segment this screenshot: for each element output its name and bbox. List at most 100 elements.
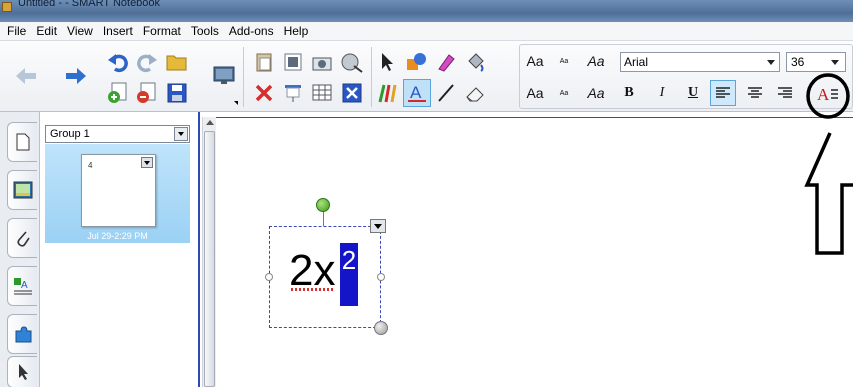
paste-button[interactable]: [250, 48, 278, 76]
save-button[interactable]: [163, 79, 191, 107]
menu-edit[interactable]: Edit: [31, 22, 62, 41]
font-style-aa-large[interactable]: Aa: [522, 48, 548, 74]
redo-icon: [137, 54, 157, 73]
delete-page-icon: [137, 82, 156, 103]
resize-handle-corner[interactable]: [374, 321, 388, 335]
menu-file[interactable]: File: [2, 22, 31, 41]
menu-addons[interactable]: Add-ons: [224, 22, 279, 41]
resize-handle-left[interactable]: [265, 273, 273, 281]
font-style-aa-large-2[interactable]: Aa: [522, 80, 548, 106]
text-tool-button[interactable]: A: [403, 79, 431, 107]
back-arrow-icon: [16, 68, 36, 84]
table-icon: [312, 84, 332, 101]
shapes-tool-button[interactable]: [403, 48, 431, 76]
delete-page-button[interactable]: [133, 79, 161, 107]
italic-button[interactable]: I: [649, 80, 675, 106]
font-size-select[interactable]: 36: [786, 52, 846, 72]
menu-bar: File Edit View Insert Format Tools Add-o…: [0, 22, 853, 41]
title-bar: Untitled - - SMART Notebook: [0, 0, 853, 22]
side-tab-strip: A: [0, 112, 40, 387]
page-thumbnail[interactable]: 4: [81, 154, 156, 227]
toolbar-separator: [243, 47, 244, 107]
select-tool-button[interactable]: [373, 48, 401, 76]
fill-tool-button[interactable]: [461, 48, 489, 76]
forward-arrow-icon: [66, 68, 86, 84]
page-sorter-tab[interactable]: [7, 122, 37, 162]
menu-tools[interactable]: Tools: [186, 22, 224, 41]
menu-insert[interactable]: Insert: [98, 22, 138, 41]
attachments-tab[interactable]: [7, 218, 37, 258]
screen-shade-button-2[interactable]: [279, 79, 307, 107]
annotation-circle-arrow: [804, 73, 853, 255]
line-tool-button[interactable]: [432, 79, 460, 107]
font-style-aa-script-2[interactable]: Aa: [583, 80, 609, 106]
group-select[interactable]: Group 1: [45, 125, 190, 143]
window-title: Untitled - - SMART Notebook: [18, 0, 161, 9]
page-thumbnail-panel[interactable]: 4 Jul 29-2:29 PM: [45, 144, 190, 243]
align-left-icon: [716, 87, 730, 98]
open-file-button[interactable]: [163, 48, 191, 76]
paste-icon: [256, 53, 272, 72]
object-menu-button[interactable]: [370, 219, 386, 233]
toolbar: A Aa Aa Aa Arial 36 Aa Aa Aa B I U A: [0, 41, 853, 112]
add-page-icon: [108, 82, 127, 103]
rotate-handle[interactable]: [316, 198, 330, 212]
page-timestamp: Jul 29-2:29 PM: [87, 231, 148, 241]
line-icon: [438, 84, 454, 102]
screen-capture-button[interactable]: [308, 48, 336, 76]
underline-button[interactable]: U: [680, 80, 706, 106]
pointer-tab[interactable]: [7, 356, 37, 387]
pens-tool-button[interactable]: [373, 79, 401, 107]
recorder-button[interactable]: [338, 48, 366, 76]
red-x-icon: [255, 84, 273, 102]
expression-superscript-selected[interactable]: 2: [340, 243, 358, 306]
font-style-aa-small[interactable]: Aa: [553, 48, 575, 74]
align-right-button[interactable]: [772, 80, 798, 106]
menu-view[interactable]: View: [62, 22, 98, 41]
arrow-cursor-icon: [18, 364, 28, 380]
scroll-up-icon[interactable]: [206, 120, 214, 125]
chevron-down-icon[interactable]: [174, 127, 188, 141]
gallery-tab[interactable]: [7, 170, 37, 210]
arrow-cursor-icon: [382, 53, 393, 71]
font-name-select[interactable]: Arial: [620, 52, 780, 72]
align-center-button[interactable]: [742, 80, 768, 106]
full-screen-button[interactable]: [338, 79, 366, 107]
gallery-icon: [13, 181, 32, 199]
magic-pen-button[interactable]: [432, 48, 460, 76]
font-size-value: 36: [791, 55, 805, 69]
redo-button[interactable]: [133, 48, 161, 76]
font-style-aa-script[interactable]: Aa: [583, 48, 609, 74]
menu-format[interactable]: Format: [138, 22, 186, 41]
vertical-scrollbar[interactable]: [202, 117, 216, 387]
add-page-button[interactable]: [104, 79, 132, 107]
scrollbar-thumb[interactable]: [204, 131, 215, 387]
back-button[interactable]: [12, 62, 40, 90]
smart-notebook-window: Untitled - - SMART Notebook File Edit Vi…: [0, 0, 853, 387]
forward-button[interactable]: [62, 62, 90, 90]
camera-icon: [312, 57, 332, 71]
delete-button[interactable]: [250, 79, 278, 107]
resize-handle-right[interactable]: [377, 273, 385, 281]
math-expression[interactable]: 2x: [289, 246, 335, 296]
insert-image-button[interactable]: [279, 48, 307, 76]
eraser-icon: [466, 87, 484, 102]
screen-shade-button[interactable]: [210, 62, 238, 90]
insert-table-button[interactable]: [308, 79, 336, 107]
eraser-tool-button[interactable]: [461, 79, 489, 107]
addons-tab[interactable]: [7, 314, 37, 354]
thumbnail-menu-button[interactable]: [141, 157, 153, 168]
chevron-down-icon: [831, 60, 839, 65]
undo-button[interactable]: [104, 48, 132, 76]
bold-button[interactable]: B: [616, 80, 642, 106]
menu-help[interactable]: Help: [279, 22, 314, 41]
font-style-aa-small-2[interactable]: Aa: [553, 80, 575, 106]
puzzle-icon: [15, 326, 31, 343]
full-screen-icon: [342, 83, 362, 103]
folder-icon: [166, 55, 187, 71]
svg-text:A: A: [410, 83, 422, 102]
magic-pen-icon: [438, 54, 455, 72]
properties-tab[interactable]: A: [7, 266, 37, 306]
screen-shade-icon: [285, 85, 301, 102]
align-left-button[interactable]: [710, 80, 736, 106]
